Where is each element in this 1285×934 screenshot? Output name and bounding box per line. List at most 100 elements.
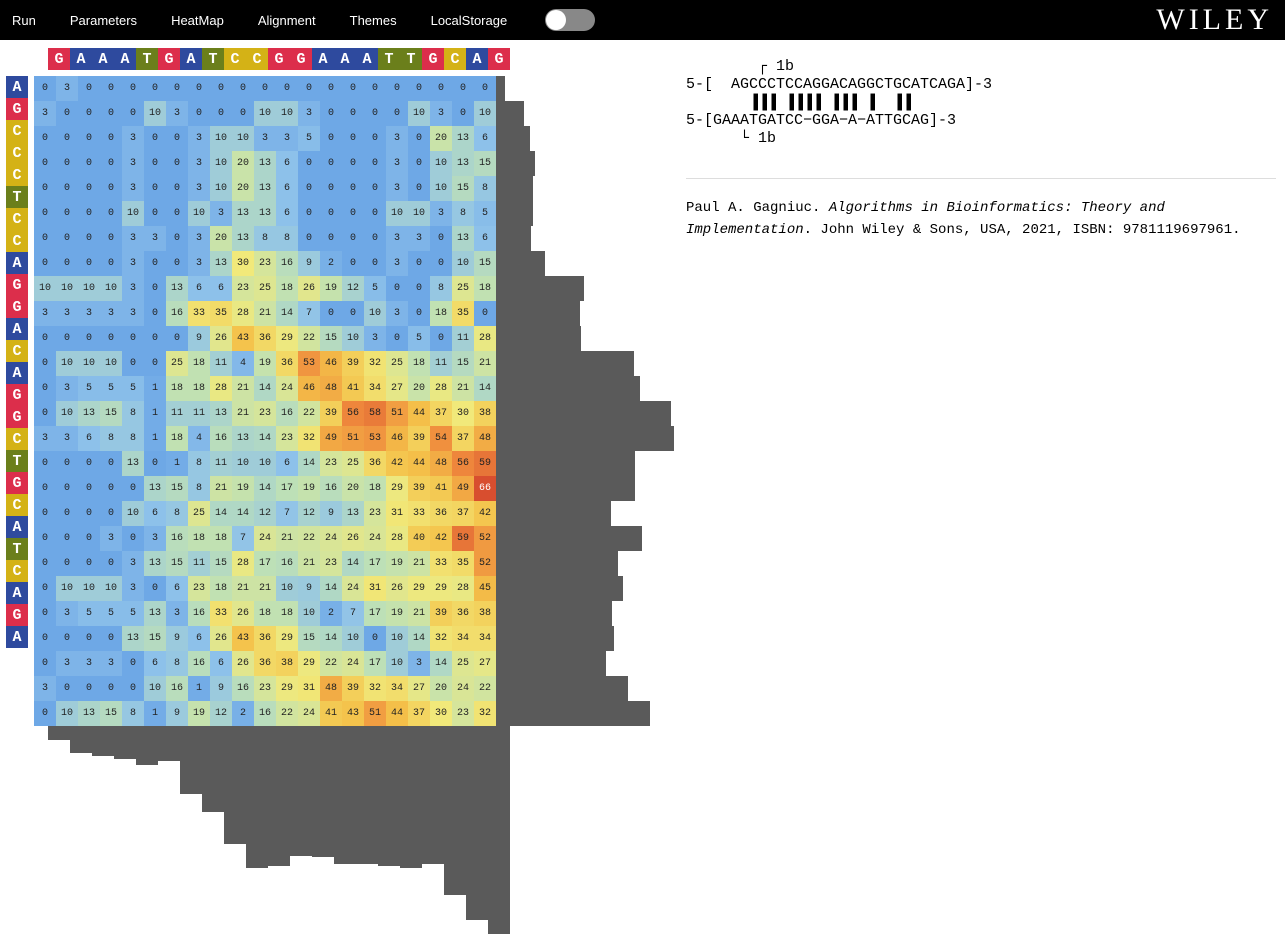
heatmap-cell: 0 [78,451,100,476]
heatmap-cell: 12 [254,501,276,526]
row-bar [496,226,531,251]
divider [686,178,1276,179]
heatmap-cell: 13 [232,226,254,251]
heatmap-cell: 46 [298,376,320,401]
heatmap-cell: 14 [276,301,298,326]
menu-heatmap[interactable]: HeatMap [171,13,224,28]
heatmap-cell: 36 [452,601,474,626]
heatmap-cell: 6 [210,276,232,301]
row-bar [496,301,580,326]
row-bar [496,401,671,426]
nuc-G: G [488,48,510,70]
nuc-A: A [70,48,92,70]
heatmap-cell: 0 [144,251,166,276]
menu-run[interactable]: Run [12,13,36,28]
heatmap-cell: 21 [210,476,232,501]
row-bar [496,326,581,351]
heatmap-cell: 23 [452,701,474,726]
heatmap-cell: 25 [254,276,276,301]
nuc-C: C [6,120,28,142]
heatmap-cell: 13 [232,201,254,226]
heatmap-cell: 0 [56,226,78,251]
heatmap-cell: 32 [430,626,452,651]
heatmap-cell: 36 [276,351,298,376]
heatmap-cell: 28 [386,526,408,551]
row-bar [496,276,584,301]
heatmap-cell: 48 [320,676,342,701]
heatmap-cell: 8 [474,176,496,201]
heatmap-cell: 17 [364,601,386,626]
row-bar [496,576,623,601]
heatmap-cell: 6 [276,451,298,476]
heatmap-cell: 10 [78,351,100,376]
heatmap-cell: 8 [276,226,298,251]
heatmap-cell: 58 [364,401,386,426]
heatmap-cell: 13 [452,151,474,176]
alignment-line-2: 5-[GAAATGATCC−GGA−A−ATTGCAG]-3 [686,112,1276,130]
heatmap-cell: 36 [364,451,386,476]
heatmap-cell: 0 [408,151,430,176]
heatmap-cell: 0 [34,351,56,376]
menu-themes[interactable]: Themes [350,13,397,28]
heatmap-row: 000000092643362922151030501128 [34,326,496,351]
heatmap-cell: 36 [430,501,452,526]
heatmap-row: 033306816626363829222417103142527 [34,651,496,676]
heatmap-cell: 43 [342,701,364,726]
heatmap-cell: 22 [298,526,320,551]
theme-toggle[interactable] [545,9,595,31]
menubar: Run Parameters HeatMap Alignment Themes … [0,0,1285,40]
heatmap-cell: 15 [452,176,474,201]
heatmap-cell: 25 [166,351,188,376]
heatmap-cell: 21 [232,376,254,401]
heatmap-cell: 6 [166,576,188,601]
heatmap-cell: 0 [386,276,408,301]
heatmap-cell: 0 [78,176,100,201]
heatmap-cell: 3 [56,601,78,626]
heatmap-cell: 54 [430,426,452,451]
menu-localstorage[interactable]: LocalStorage [431,13,508,28]
heatmap-cell: 21 [474,351,496,376]
col-bar [334,726,356,864]
heatmap-cell: 0 [320,226,342,251]
heatmap-cell: 10 [232,451,254,476]
heatmap-cell: 23 [254,676,276,701]
heatmap-cell: 33 [210,601,232,626]
heatmap-cell: 15 [298,626,320,651]
heatmap-cell: 48 [430,451,452,476]
heatmap-cell: 37 [452,426,474,451]
heatmap-cell: 7 [342,601,364,626]
heatmap-cell: 6 [188,626,210,651]
heatmap-cell: 0 [78,476,100,501]
heatmap-cell: 3 [386,251,408,276]
heatmap-cell: 18 [408,351,430,376]
nuc-T: T [202,48,224,70]
heatmap-cell: 24 [254,526,276,551]
heatmap-cell: 0 [100,176,122,201]
heatmap-cell: 18 [276,601,298,626]
heatmap-cell: 46 [386,426,408,451]
menu-parameters[interactable]: Parameters [70,13,137,28]
heatmap-cell: 16 [166,526,188,551]
heatmap-cell: 26 [210,326,232,351]
heatmap-cell: 1 [188,676,210,701]
heatmap-cell: 15 [100,401,122,426]
heatmap-cell: 3 [56,426,78,451]
heatmap-cell: 0 [342,201,364,226]
heatmap-cell: 10 [78,276,100,301]
nuc-C: C [6,142,28,164]
heatmap-cell: 6 [276,176,298,201]
heatmap-cell: 6 [276,151,298,176]
heatmap-cell: 19 [320,276,342,301]
heatmap-cell: 19 [254,351,276,376]
menu-alignment[interactable]: Alignment [258,13,316,28]
citation-rest: . John Wiley & Sons, USA, 2021, ISBN: 97… [804,222,1241,238]
heatmap-cell: 48 [474,426,496,451]
heatmap-cell: 0 [34,576,56,601]
heatmap-cell: 39 [342,676,364,701]
heatmap-cell: 0 [34,551,56,576]
heatmap-cell: 38 [276,651,298,676]
heatmap-cell: 17 [254,551,276,576]
heatmap-cell: 0 [78,551,100,576]
horizontal-sequence: GAAATGATCCGGAAATTGCAG [48,48,670,70]
heatmap-cell: 8 [452,201,474,226]
